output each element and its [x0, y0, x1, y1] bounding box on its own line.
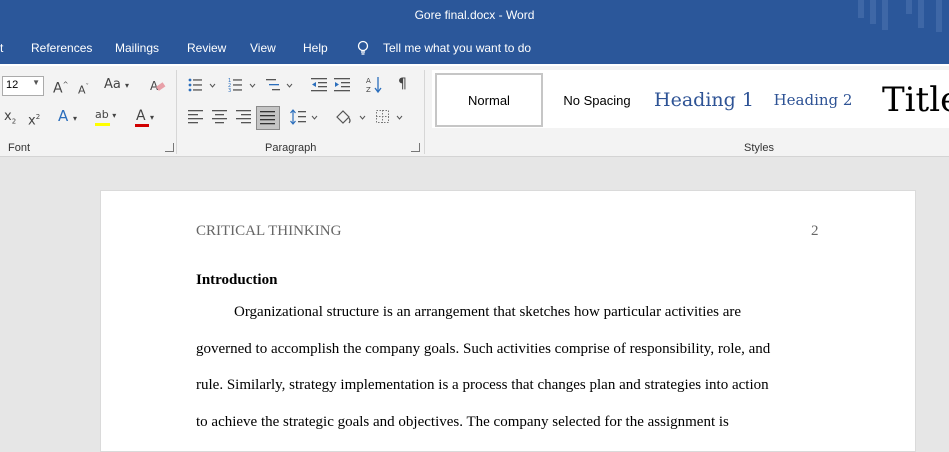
svg-text:Z: Z: [366, 86, 371, 94]
styles-gallery: Normal No Spacing Heading 1 Heading 2 Ti…: [432, 70, 949, 128]
show-formatting-marks-icon[interactable]: ¶: [398, 77, 407, 91]
ribbon-tabs: t References Mailings Review View Help T…: [0, 32, 949, 64]
group-separator: [424, 70, 425, 154]
decorative-bar: [858, 0, 864, 18]
tab-review[interactable]: Review: [187, 41, 226, 55]
borders-icon[interactable]: [376, 110, 406, 124]
paragraph-dialog-launcher-icon[interactable]: [411, 143, 420, 152]
justify-button[interactable]: [256, 106, 280, 130]
align-center-icon[interactable]: [212, 110, 228, 124]
ribbon: 12 ▼ A^ Aˇ Aa ▾ A x2 x2 A ▾ ab ▾ A ▾ Fon…: [0, 66, 949, 157]
grow-font-icon[interactable]: A^: [53, 78, 68, 96]
lightbulb-icon[interactable]: [356, 40, 370, 56]
style-no-spacing[interactable]: No Spacing: [552, 75, 642, 125]
bullets-icon[interactable]: [188, 78, 218, 92]
font-group-label: Font: [8, 142, 31, 154]
running-head: CRITICAL THINKING: [196, 223, 342, 239]
tell-me-search[interactable]: Tell me what you want to do: [383, 41, 531, 55]
decrease-indent-icon[interactable]: [311, 78, 327, 92]
font-size-dropdown[interactable]: 12 ▼: [2, 76, 44, 96]
justify-icon: [260, 111, 275, 125]
tab-view[interactable]: View: [250, 41, 276, 55]
style-heading-1[interactable]: Heading 1: [654, 75, 754, 125]
subscript-icon[interactable]: x2: [4, 110, 16, 129]
line-spacing-icon[interactable]: [290, 109, 320, 125]
group-separator: [176, 70, 177, 154]
svg-text:A: A: [366, 77, 371, 85]
decorative-bar: [918, 0, 924, 28]
numbering-icon[interactable]: 1 2 3: [228, 78, 258, 92]
window-title: Gore final.docx - Word: [414, 8, 535, 22]
tab-references[interactable]: References: [31, 41, 92, 55]
paragraph-group-label: Paragraph: [265, 142, 317, 154]
font-color-icon[interactable]: A ▾: [136, 109, 154, 125]
text-effects-icon[interactable]: A ▾: [58, 109, 77, 126]
change-case-icon[interactable]: Aa ▾: [104, 78, 129, 93]
highlight-icon[interactable]: ab ▾: [95, 108, 116, 123]
styles-group-label: Styles: [744, 142, 774, 154]
superscript-icon[interactable]: x2: [28, 110, 40, 128]
tab-insert[interactable]: t: [0, 41, 3, 55]
font-dialog-launcher-icon[interactable]: [165, 143, 174, 152]
align-left-icon[interactable]: [188, 110, 204, 124]
sort-icon[interactable]: A Z: [366, 76, 382, 94]
style-normal[interactable]: Normal: [435, 73, 543, 127]
shrink-font-icon[interactable]: Aˇ: [78, 80, 89, 98]
style-heading-2[interactable]: Heading 2: [768, 75, 858, 125]
paragraph-line: Organizational structure is an arrangeme…: [234, 304, 742, 320]
shading-icon[interactable]: [334, 108, 368, 126]
style-title[interactable]: Title: [882, 75, 949, 125]
increase-indent-icon[interactable]: [334, 78, 350, 92]
clear-formatting-icon[interactable]: A: [149, 78, 167, 94]
page-number: 2: [811, 223, 819, 239]
decorative-bar: [906, 0, 912, 14]
font-size-value: 12: [6, 79, 19, 91]
align-right-icon[interactable]: [236, 110, 252, 124]
font-color-bar: [135, 124, 149, 127]
highlight-color-bar: [95, 123, 110, 126]
tab-mailings[interactable]: Mailings: [115, 41, 159, 55]
multilevel-list-icon[interactable]: [266, 78, 296, 92]
title-bar: Gore final.docx - Word: [0, 0, 949, 32]
decorative-bar: [936, 0, 942, 32]
decorative-bar: [882, 0, 888, 30]
section-heading: Introduction: [196, 272, 278, 288]
chevron-down-icon: ▼: [32, 78, 40, 87]
svg-text:3: 3: [228, 88, 231, 92]
paragraph-line: rule. Similarly, strategy implementation…: [196, 377, 769, 393]
document-page[interactable]: CRITICAL THINKING 2 Introduction Organiz…: [100, 190, 916, 452]
tab-help[interactable]: Help: [303, 41, 328, 55]
paragraph-line: governed to accomplish the company goals…: [196, 341, 771, 357]
paragraph-line: to achieve the strategic goals and objec…: [196, 414, 729, 430]
decorative-bar: [870, 0, 876, 24]
